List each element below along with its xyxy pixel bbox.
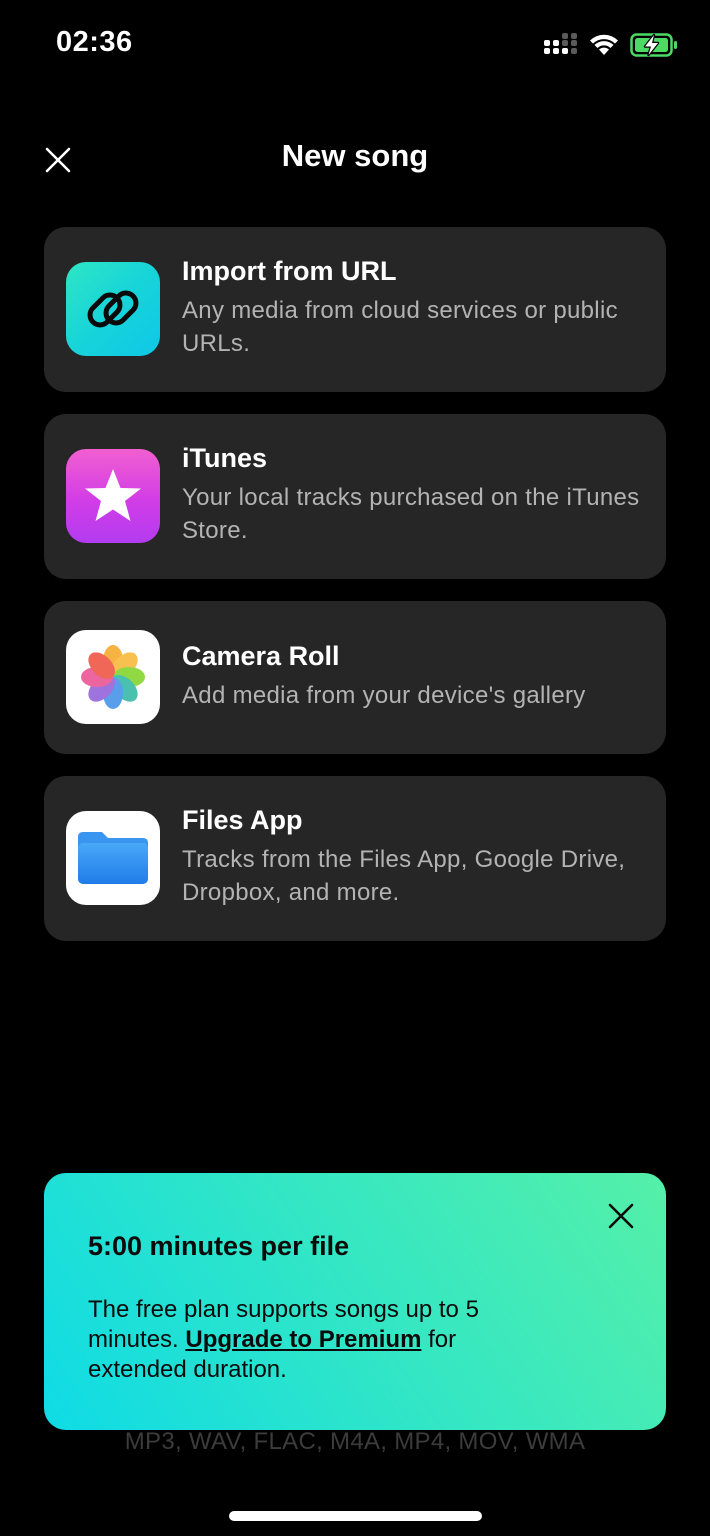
- files-app-option[interactable]: Files App Tracks from the Files App, Goo…: [44, 776, 666, 941]
- promo-close-button[interactable]: [604, 1199, 638, 1233]
- import-options-list: Import from URL Any media from cloud ser…: [44, 227, 666, 963]
- status-bar: 02:36: [0, 0, 710, 90]
- home-indicator[interactable]: [229, 1511, 482, 1521]
- close-icon: [608, 1203, 634, 1229]
- promo-body: The free plan supports songs up to 5 min…: [88, 1295, 548, 1385]
- option-description: Your local tracks purchased on the iTune…: [182, 484, 640, 544]
- option-text: iTunes Your local tracks purchased on th…: [182, 441, 642, 547]
- option-description: Any media from cloud services or public …: [182, 297, 618, 357]
- supported-formats: MP3, WAV, FLAC, M4A, MP4, MOV, WMA: [124, 1428, 586, 1455]
- upgrade-to-premium-link[interactable]: Upgrade to Premium: [185, 1326, 421, 1353]
- battery-charging-icon: [630, 33, 677, 57]
- option-text: Camera Roll Add media from your device's…: [182, 639, 642, 712]
- folder-icon: [66, 811, 160, 905]
- option-text: Import from URL Any media from cloud ser…: [182, 254, 642, 360]
- import-from-url-option[interactable]: Import from URL Any media from cloud ser…: [44, 227, 666, 392]
- option-title: Camera Roll: [182, 641, 340, 671]
- option-title: iTunes: [182, 443, 268, 473]
- premium-promo-banner: 5:00 minutes per file The free plan supp…: [44, 1173, 666, 1430]
- wifi-icon: [590, 34, 618, 55]
- option-description: Tracks from the Files App, Google Drive,…: [182, 846, 626, 906]
- option-title: Import from URL: [182, 256, 397, 286]
- status-icons: [544, 30, 678, 60]
- cellular-signal-icon: [544, 33, 577, 54]
- photos-icon: [66, 630, 160, 724]
- header: New song: [0, 120, 710, 196]
- option-description: Add media from your device's gallery: [182, 682, 586, 709]
- itunes-option[interactable]: iTunes Your local tracks purchased on th…: [44, 414, 666, 579]
- link-icon: [66, 262, 160, 356]
- option-title: Files App: [182, 805, 303, 835]
- promo-title: 5:00 minutes per file: [88, 1231, 350, 1261]
- option-text: Files App Tracks from the Files App, Goo…: [182, 803, 642, 909]
- status-time: 02:36: [56, 26, 133, 58]
- itunes-star-icon: [66, 449, 160, 543]
- page-title: New song: [281, 138, 429, 173]
- screen: 02:36 New song Import from URL Any media…: [0, 0, 710, 1536]
- camera-roll-option[interactable]: Camera Roll Add media from your device's…: [44, 601, 666, 754]
